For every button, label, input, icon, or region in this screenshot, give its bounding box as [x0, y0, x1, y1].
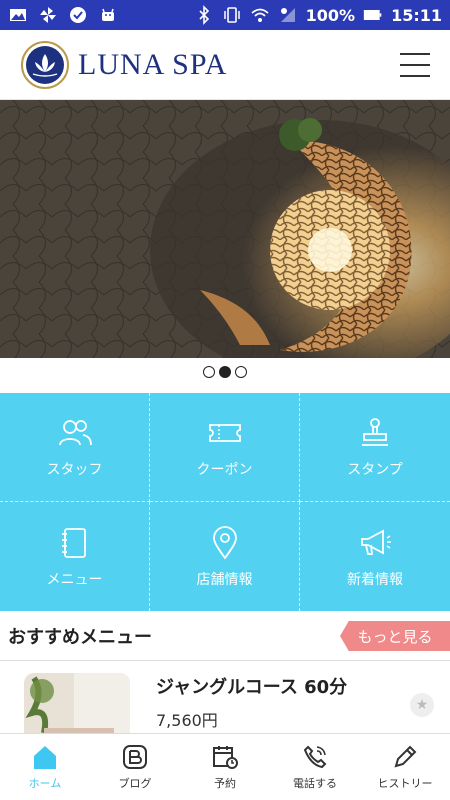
grid-label: スタンプ	[347, 462, 403, 478]
grid-item-staff[interactable]: スタッフ	[0, 393, 150, 502]
carousel-dot[interactable]	[203, 366, 215, 378]
stamp-icon	[362, 418, 388, 446]
carousel-dots	[0, 366, 450, 386]
moon-lamp-image	[0, 100, 450, 358]
nav-label: 電話する	[293, 777, 337, 790]
nav-blog[interactable]: ブログ	[90, 734, 180, 800]
bluetooth-icon	[199, 5, 209, 25]
grid-item-menu[interactable]: メニュー	[0, 502, 150, 611]
grid-label: 店舗情報	[196, 571, 253, 588]
grid-label: メニュー	[46, 571, 103, 588]
more-button[interactable]: もっと見る	[340, 621, 450, 651]
wifi-icon	[251, 8, 269, 22]
feature-grid: スタッフ クーポン スタンプ メニュー 店舗情報 新着情報	[0, 393, 450, 611]
nav-home[interactable]: ホーム	[0, 734, 90, 800]
hamburger-icon[interactable]	[400, 52, 430, 77]
logo-text: LUNA SPA	[78, 47, 228, 81]
phone-icon	[303, 745, 327, 769]
grid-item-news[interactable]: 新着情報	[300, 502, 450, 611]
grid-item-store-info[interactable]: 店舗情報	[150, 502, 300, 611]
nav-phone[interactable]: 電話する	[270, 734, 360, 800]
recommend-title: おすすめメニュー	[8, 627, 152, 648]
vibrate-icon	[223, 7, 240, 23]
notebook-icon	[61, 527, 86, 558]
bottom-nav: ホーム ブログ 予約 電話する ヒストリー	[0, 733, 450, 800]
carousel-dot[interactable]	[235, 366, 247, 378]
grid-label: スタッフ	[46, 462, 103, 478]
nav-label: ホーム	[28, 777, 62, 790]
people-icon	[58, 420, 92, 446]
location-pin-icon	[212, 525, 237, 560]
nav-history[interactable]: ヒストリー	[360, 734, 450, 800]
pencil-icon	[394, 745, 417, 768]
list-item[interactable]: ジャングルコース 60分 7,560円 ★	[0, 661, 450, 763]
grid-item-stamp[interactable]: スタンプ	[300, 393, 450, 502]
lotus-logo-icon	[21, 40, 69, 89]
pinwheel-icon	[40, 7, 56, 23]
star-icon[interactable]: ★	[410, 693, 434, 717]
item-name: ジャングルコース 60分	[156, 677, 348, 698]
check-icon	[70, 7, 86, 23]
grid-item-coupon[interactable]: クーポン	[150, 393, 300, 502]
signal-icon	[280, 8, 295, 22]
grid-label: クーポン	[196, 462, 253, 478]
battery-percent: 100%	[305, 5, 356, 25]
clock: 15:11	[391, 5, 442, 25]
nav-label: ヒストリー	[377, 777, 433, 790]
nav-reserve[interactable]: 予約	[180, 734, 270, 800]
logo[interactable]: LUNA SPA	[20, 40, 227, 90]
nav-label: ブログ	[118, 777, 152, 790]
calendar-icon	[213, 746, 238, 769]
battery-icon	[363, 10, 382, 20]
nav-label: 予約	[214, 777, 236, 790]
android-icon	[102, 8, 114, 21]
carousel-dot-active[interactable]	[219, 366, 231, 378]
app-header: LUNA SPA	[0, 30, 450, 100]
home-icon	[34, 746, 56, 769]
item-price: 7,560円	[156, 711, 218, 730]
ticket-icon	[208, 424, 241, 442]
blog-icon	[123, 745, 147, 769]
megaphone-icon	[361, 529, 391, 555]
hero-carousel[interactable]	[0, 100, 450, 358]
image-icon	[10, 9, 26, 21]
grid-label: 新着情報	[347, 571, 403, 588]
recommend-header: おすすめメニュー もっと見る	[0, 612, 450, 660]
status-bar: 100% 15:11	[0, 0, 450, 30]
